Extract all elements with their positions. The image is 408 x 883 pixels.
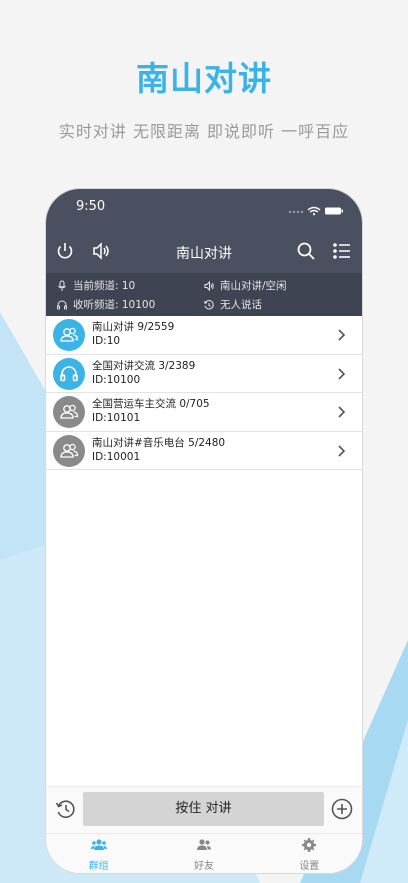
tab-settings[interactable]: 设置 bbox=[257, 834, 362, 873]
nav-bar: 南山对讲 bbox=[46, 233, 362, 269]
chevron-right-icon bbox=[338, 329, 346, 341]
chevron-right-icon bbox=[338, 444, 346, 457]
menu-list-icon[interactable] bbox=[330, 239, 354, 263]
plus-circle-icon bbox=[331, 798, 353, 820]
search-icon[interactable] bbox=[294, 239, 318, 263]
promo-tagline: 实时对讲 无限距离 即说即听 一呼百应 bbox=[58, 122, 350, 141]
tab-label: 群组 bbox=[88, 861, 109, 872]
history-icon bbox=[203, 299, 214, 309]
channel-row[interactable]: 南山对讲 9/2559 ID:10 bbox=[46, 316, 362, 355]
microphone-icon bbox=[58, 280, 66, 291]
speaker-state: 无人说话 bbox=[203, 297, 262, 312]
chevron-right-icon bbox=[338, 406, 346, 418]
group-icon bbox=[53, 396, 85, 428]
headphones-icon bbox=[57, 300, 67, 309]
history-button[interactable] bbox=[54, 797, 78, 821]
channel-name: 南山对讲#音乐电台 5/2480 bbox=[92, 436, 226, 449]
channel-text: 南山对讲 9/2559 ID:10 bbox=[92, 320, 174, 348]
group-icon bbox=[53, 319, 85, 351]
promo-title: 南山对讲 bbox=[136, 59, 272, 98]
history-icon bbox=[55, 800, 75, 819]
channel-id: ID:10101 bbox=[92, 412, 141, 424]
add-button[interactable] bbox=[330, 797, 354, 821]
listen-channel-text: 收听频道: 10100 bbox=[73, 299, 156, 311]
status-icons bbox=[288, 201, 344, 220]
groups-icon bbox=[90, 837, 107, 856]
tab-label: 设置 bbox=[299, 861, 320, 872]
channel-id: ID:10 bbox=[92, 335, 121, 347]
friends-icon bbox=[196, 837, 212, 856]
channel-row[interactable]: 南山对讲#音乐电台 5/2480 ID:10001 bbox=[46, 432, 362, 470]
push-to-talk-button[interactable]: 按住 对讲 bbox=[83, 792, 324, 826]
channel-row[interactable]: 全国营运车主交流 0/705 ID:10101 bbox=[46, 393, 362, 432]
tab-bar: 群组 好友 设置 bbox=[46, 833, 362, 873]
channel-state-text: 南山对讲/空闲 bbox=[220, 280, 287, 292]
channel-id: ID:10001 bbox=[92, 450, 141, 463]
current-channel-text: 当前频道: 10 bbox=[73, 280, 136, 292]
speaker-state-text: 无人说话 bbox=[220, 299, 262, 311]
wifi-icon bbox=[307, 206, 321, 213]
volume-icon bbox=[204, 280, 214, 291]
tab-label: 好友 bbox=[193, 861, 214, 872]
phone-frame: 9:50 南山对讲 当前频道: 10 收听频道: 10100 南山对讲/空闲 无… bbox=[46, 189, 362, 873]
channel-id: ID:10100 bbox=[92, 373, 141, 386]
bottom-panel: 按住 对讲 群组 好友 设置 bbox=[46, 786, 362, 873]
current-channel: 当前频道: 10 bbox=[56, 278, 135, 293]
channel-info-bar: 当前频道: 10 收听频道: 10100 南山对讲/空闲 无人说话 bbox=[46, 273, 362, 316]
listen-channel: 收听频道: 10100 bbox=[56, 297, 155, 312]
channel-list: 南山对讲 9/2559 ID:10 全国对讲交流 3/2389 ID:10100 全国营… bbox=[46, 316, 362, 470]
channel-state: 南山对讲/空闲 bbox=[203, 278, 287, 293]
channel-row[interactable]: 全国对讲交流 3/2389 ID:10100 bbox=[46, 355, 362, 393]
channel-text: 全国营运车主交流 0/705 ID:10101 bbox=[92, 397, 210, 425]
battery-icon bbox=[325, 207, 343, 215]
channel-text: 全国对讲交流 3/2389 ID:10100 bbox=[92, 359, 195, 387]
top-bar: 9:50 南山对讲 当前频道: 10 收听频道: 10100 南山对讲/空闲 无… bbox=[46, 189, 362, 316]
group-icon bbox=[53, 434, 85, 467]
channel-name: 全国营运车主交流 0/705 bbox=[92, 398, 210, 410]
chevron-right-icon bbox=[338, 367, 346, 380]
tab-groups[interactable]: 群组 bbox=[46, 834, 151, 873]
settings-icon bbox=[302, 837, 317, 856]
signal-dots-icon bbox=[288, 210, 304, 214]
channel-name: 南山对讲 9/2559 bbox=[92, 321, 175, 333]
tab-friends[interactable]: 好友 bbox=[151, 834, 256, 873]
channel-text: 南山对讲#音乐电台 5/2480 ID:10001 bbox=[92, 436, 225, 464]
headphones-icon bbox=[53, 357, 85, 390]
status-time: 9:50 bbox=[76, 199, 106, 214]
channel-name: 全国对讲交流 3/2389 bbox=[92, 359, 196, 372]
